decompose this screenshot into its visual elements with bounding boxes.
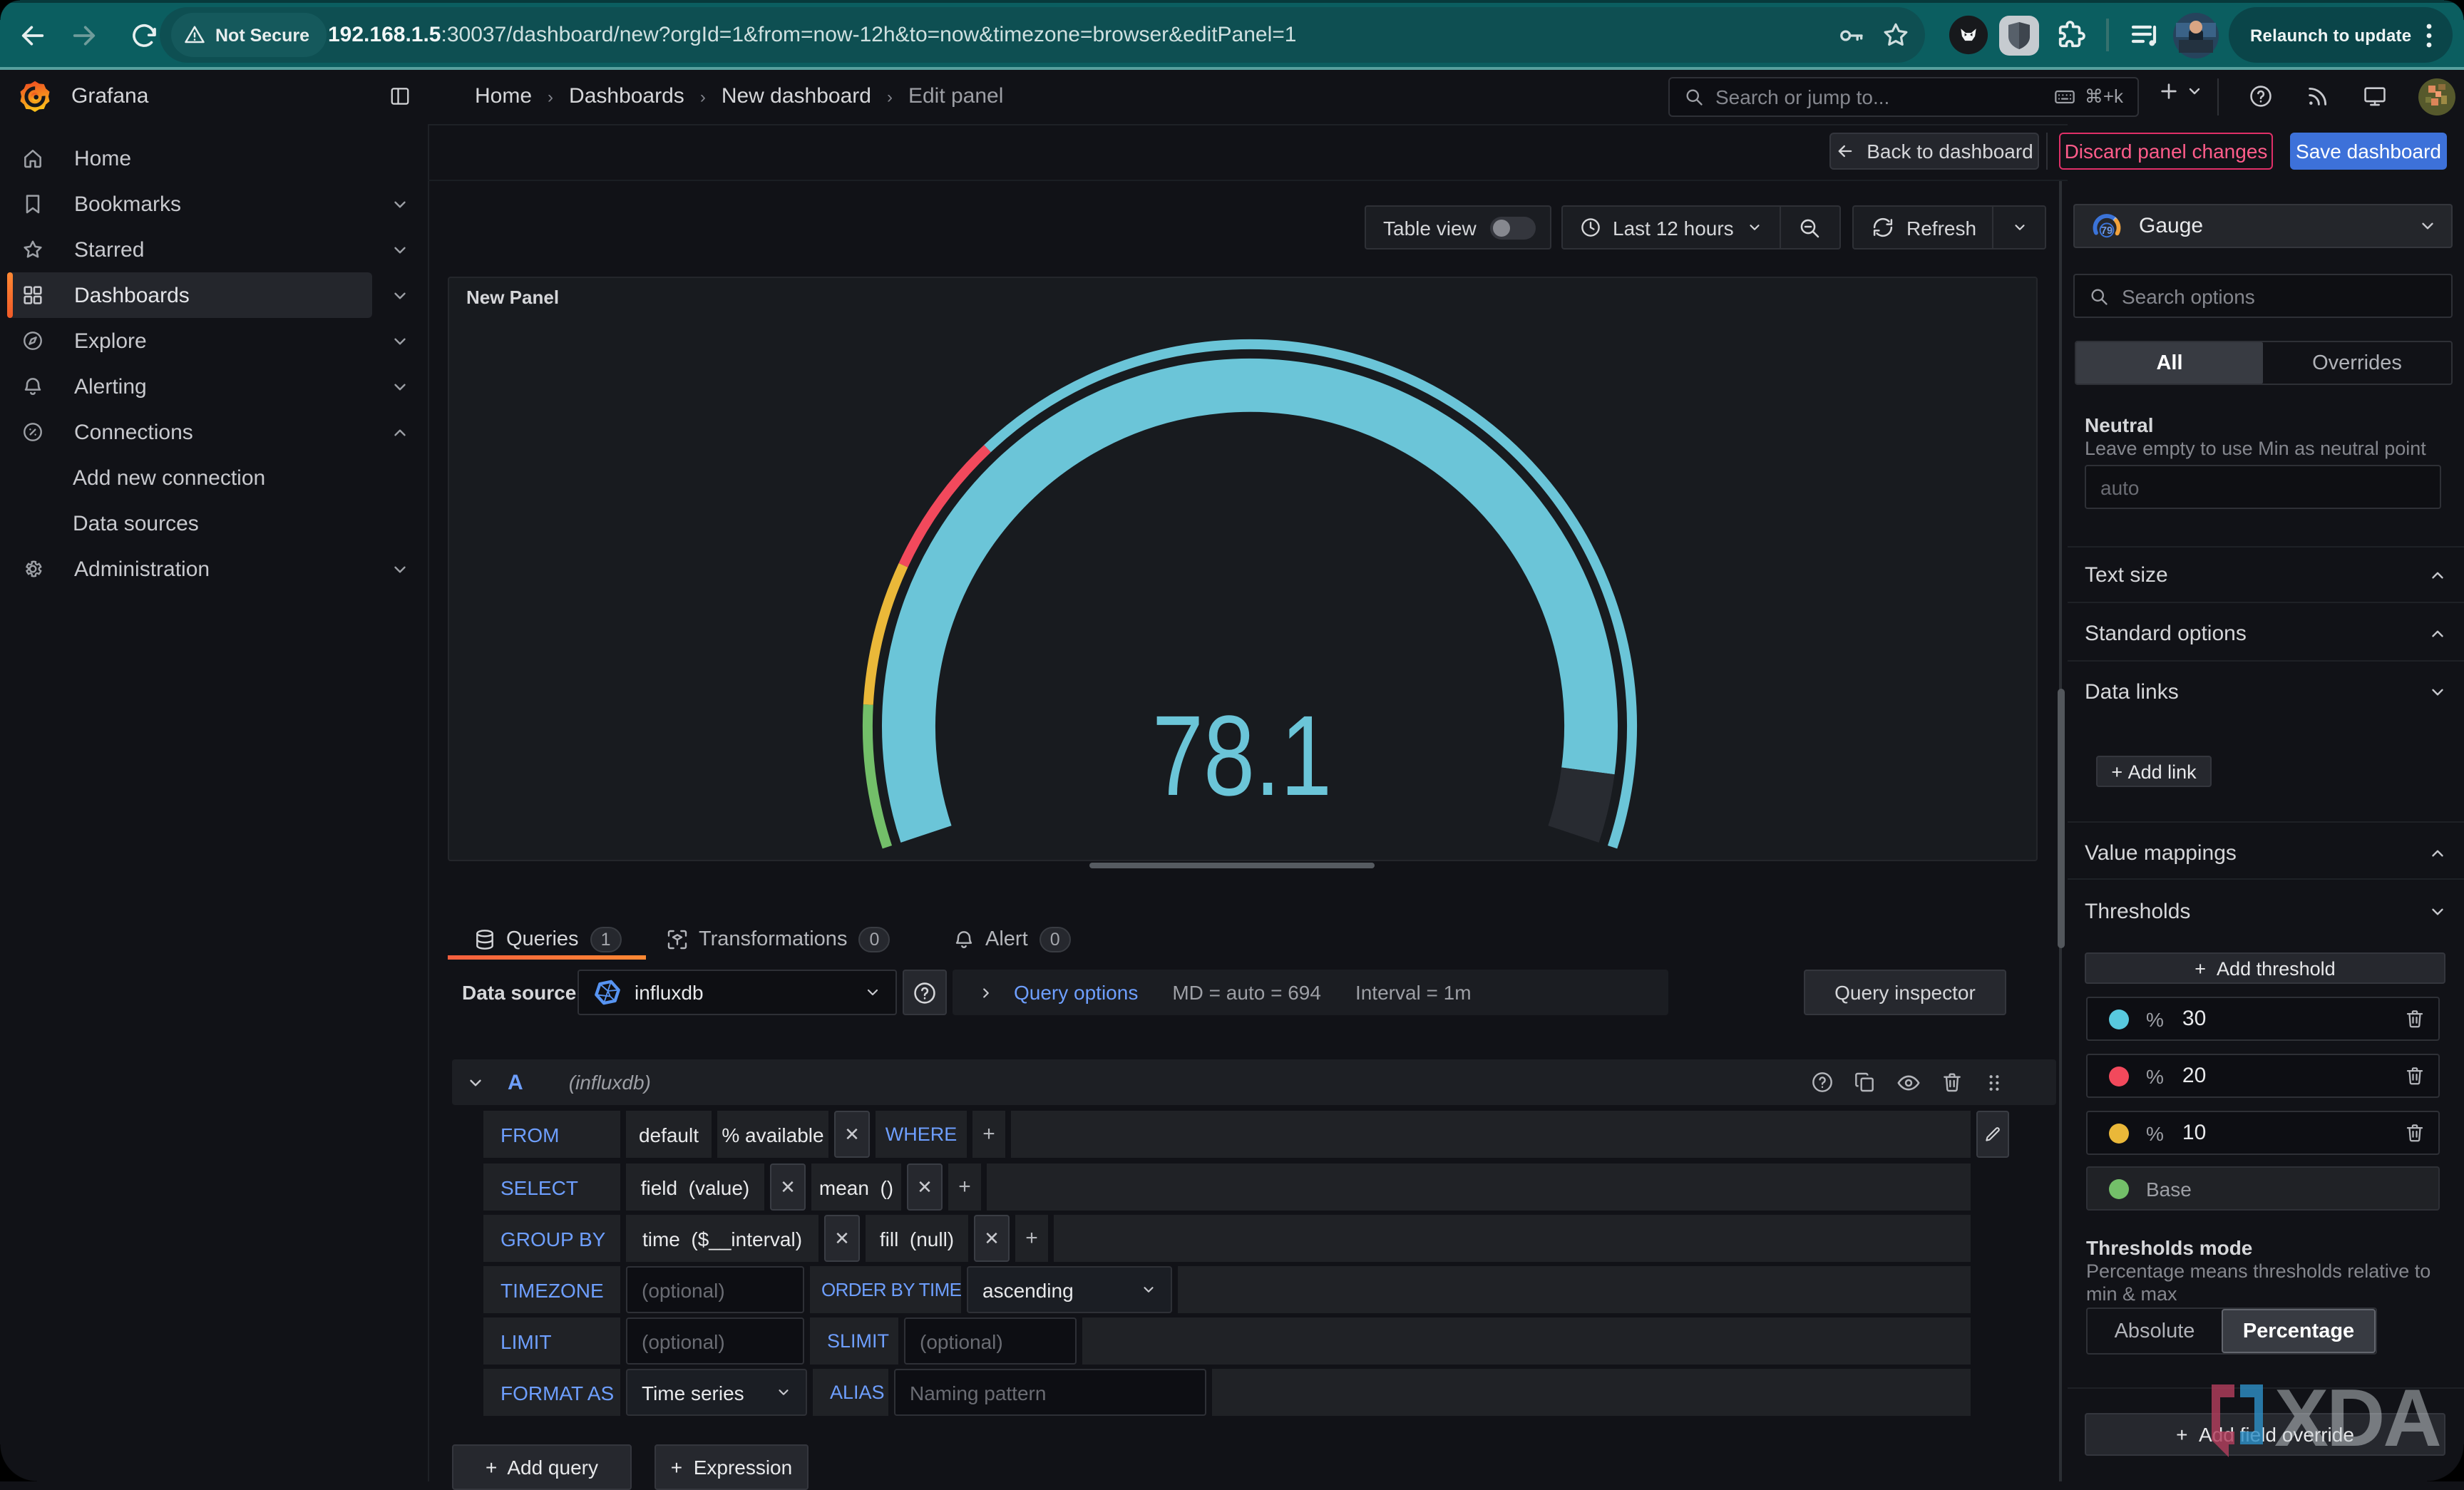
- svg-text:78.1: 78.1: [1152, 692, 1332, 819]
- svg-text:79: 79: [2101, 225, 2113, 237]
- svg-text:XDA: XDA: [2274, 1383, 2440, 1464]
